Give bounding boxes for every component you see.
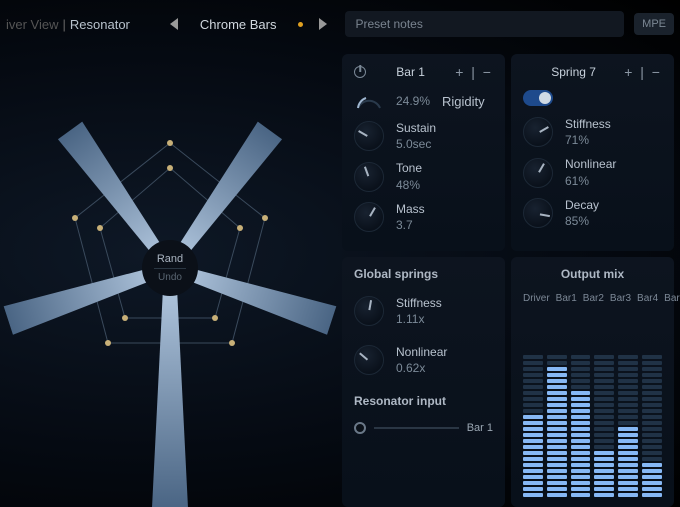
mix-col-bar1: Bar1 bbox=[556, 293, 577, 304]
resonator-input-slider[interactable]: Bar 1 bbox=[354, 422, 493, 434]
spring-enable-toggle[interactable] bbox=[523, 90, 553, 106]
tone-label: Tone bbox=[396, 160, 422, 176]
output-mix-panel: Output mix Driver Bar1 Bar2 Bar3 Bar4 Ba… bbox=[511, 257, 674, 507]
sustain-value: 5.0sec bbox=[396, 136, 436, 152]
undo-label[interactable]: Undo bbox=[158, 272, 182, 283]
mix-meter[interactable] bbox=[642, 308, 662, 497]
mass-value: 3.7 bbox=[396, 217, 425, 233]
bar-add-remove[interactable]: + | − bbox=[455, 64, 493, 80]
mix-meter[interactable] bbox=[571, 308, 591, 497]
global-nonlinear-value: 0.62x bbox=[396, 360, 447, 376]
global-stiffness-knob[interactable] bbox=[354, 296, 384, 326]
preset-prev-button[interactable] bbox=[170, 18, 178, 30]
mass-knob[interactable] bbox=[354, 202, 384, 232]
stiffness-knob[interactable] bbox=[523, 117, 553, 147]
resonator-visualizer[interactable]: Rand Undo bbox=[0, 48, 340, 507]
preset-name[interactable]: Chrome Bars bbox=[200, 17, 277, 32]
rigidity-arc[interactable] bbox=[354, 90, 384, 112]
mix-columns-header: Driver Bar1 Bar2 Bar3 Bar4 Bar5 bbox=[523, 293, 662, 304]
global-stiffness-label: Stiffness bbox=[396, 295, 442, 311]
bar-title[interactable]: Bar 1 bbox=[366, 65, 455, 79]
spring-panel: Spring 7 + | − Stiffness 71% Nonli bbox=[511, 54, 674, 251]
sustain-label: Sustain bbox=[396, 120, 436, 136]
decay-label: Decay bbox=[565, 197, 599, 213]
randomize-button[interactable]: Rand Undo bbox=[142, 240, 198, 296]
resonator-input-label: Bar 1 bbox=[467, 422, 493, 434]
slider-thumb-icon[interactable] bbox=[354, 422, 366, 434]
breadcrumb-prev[interactable]: iver View bbox=[6, 17, 59, 32]
mix-col-driver: Driver bbox=[523, 293, 550, 304]
mix-meter[interactable] bbox=[594, 308, 614, 497]
bar-panel: Bar 1 + | − 24.9% Rigidity S bbox=[342, 54, 505, 251]
mix-meter[interactable] bbox=[523, 308, 543, 497]
global-title: Global springs bbox=[354, 267, 493, 281]
mpe-badge[interactable]: MPE bbox=[634, 13, 674, 35]
global-nonlinear-knob[interactable] bbox=[354, 345, 384, 375]
mass-label: Mass bbox=[396, 201, 425, 217]
mix-col-bar3: Bar3 bbox=[610, 293, 631, 304]
global-stiffness-value: 1.11x bbox=[396, 311, 442, 327]
rigidity-value: 24.9% bbox=[396, 93, 430, 109]
tone-knob[interactable] bbox=[354, 162, 384, 192]
nonlinear-knob[interactable] bbox=[523, 158, 553, 188]
mix-meter[interactable] bbox=[547, 308, 567, 497]
spring-title[interactable]: Spring 7 bbox=[523, 65, 624, 79]
mix-col-bar5: Bar5 bbox=[664, 293, 680, 304]
spring-add-remove[interactable]: + | − bbox=[624, 64, 662, 80]
decay-knob[interactable] bbox=[523, 198, 553, 228]
stiffness-value: 71% bbox=[565, 132, 611, 148]
randomize-label: Rand bbox=[157, 253, 183, 265]
tone-value: 48% bbox=[396, 177, 422, 193]
preset-dirty-indicator bbox=[298, 22, 303, 27]
bar-power-icon[interactable] bbox=[354, 66, 366, 78]
stiffness-label: Stiffness bbox=[565, 116, 611, 132]
decay-value: 85% bbox=[565, 213, 599, 229]
mix-col-bar4: Bar4 bbox=[637, 293, 658, 304]
breadcrumb-current: Resonator bbox=[70, 17, 130, 32]
global-nonlinear-label: Nonlinear bbox=[396, 344, 447, 360]
top-bar: iver View | Resonator Chrome Bars Preset… bbox=[0, 0, 680, 48]
mix-meters[interactable] bbox=[523, 308, 662, 497]
nonlinear-label: Nonlinear bbox=[565, 156, 616, 172]
preset-notes-input[interactable]: Preset notes bbox=[345, 11, 624, 37]
breadcrumb-separator: | bbox=[63, 17, 66, 32]
global-springs-panel: Global springs Stiffness 1.11x Nonlinear… bbox=[342, 257, 505, 507]
nonlinear-value: 61% bbox=[565, 173, 616, 189]
output-mix-title: Output mix bbox=[523, 267, 662, 281]
rigidity-label: Rigidity bbox=[442, 94, 485, 109]
resonator-input-title: Resonator input bbox=[354, 394, 493, 408]
mix-col-bar2: Bar2 bbox=[583, 293, 604, 304]
mix-meter[interactable] bbox=[618, 308, 638, 497]
preset-nav: Chrome Bars bbox=[170, 17, 328, 32]
preset-next-button[interactable] bbox=[319, 18, 327, 30]
sustain-knob[interactable] bbox=[354, 121, 384, 151]
